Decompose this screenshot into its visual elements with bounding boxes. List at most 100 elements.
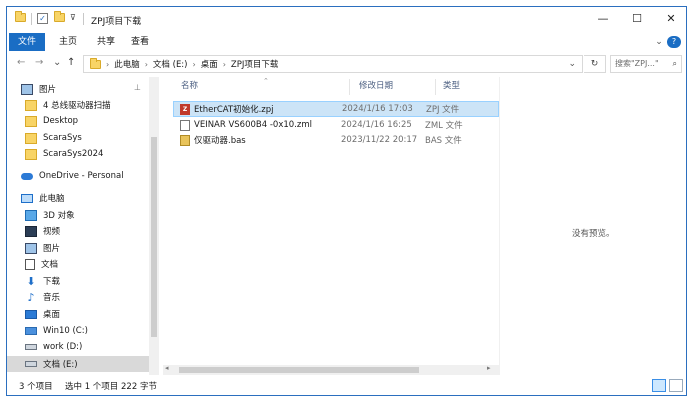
folder-icon [25, 148, 37, 160]
forward-arrow-icon[interactable]: → [35, 57, 43, 68]
nav-item-drive-d[interactable]: work (D:) [7, 339, 149, 355]
column-header-date[interactable]: 修改日期 [359, 77, 393, 95]
chevron-right-icon[interactable]: › [223, 60, 226, 69]
tab-view[interactable]: 查看 [127, 33, 153, 51]
zpj-file-icon: Z [180, 103, 190, 115]
column-divider[interactable] [349, 79, 350, 95]
folder-icon [15, 11, 26, 22]
help-icon[interactable]: ? [667, 36, 681, 48]
system-drive-icon [25, 327, 37, 335]
search-icon: ⌕ [672, 59, 677, 68]
breadcrumb-current-folder[interactable]: ZPJ项目下载 [231, 58, 278, 70]
nav-item-pictures-pinned[interactable]: 图片 ⊥ [7, 81, 149, 97]
tab-file[interactable]: 文件 [9, 33, 45, 51]
file-date: 2023/11/22 20:17 [341, 135, 418, 145]
column-header-name[interactable]: 名称 [181, 77, 198, 95]
breadcrumb-desktop[interactable]: 桌面 [201, 58, 218, 70]
pin-icon[interactable]: ⊥ [134, 83, 141, 92]
file-row[interactable]: 仅驱动器.bas 2023/11/22 20:17 BAS 文件 [173, 132, 499, 148]
folder-icon [25, 132, 37, 144]
selection-info: 选中 1 个项目 222 字节 [65, 382, 157, 392]
horizontal-scrollbar-thumb[interactable] [179, 367, 419, 373]
file-name: VEINAR VS600B4 -0x10.zml [194, 120, 312, 130]
divider [83, 13, 84, 25]
nav-item-bus-driver-scan[interactable]: 4 总线驱动器扫描 [7, 97, 149, 113]
nav-scrollbar-thumb[interactable] [151, 137, 157, 337]
new-folder-icon[interactable] [54, 11, 65, 22]
folder-icon [25, 99, 37, 111]
nav-item-this-pc[interactable]: 此电脑 [7, 190, 149, 206]
nav-item-scarasys2024[interactable]: ScaraSys2024 [7, 146, 149, 162]
nav-item-downloads[interactable]: ⬇ 下载 [7, 273, 149, 289]
nav-item-onedrive[interactable]: OneDrive - Personal [7, 168, 149, 184]
picture-icon [25, 242, 37, 254]
bas-file-icon [180, 134, 190, 146]
drive-icon [25, 361, 37, 367]
details-view-button[interactable] [652, 379, 666, 392]
minimize-button[interactable]: — [591, 11, 615, 27]
close-button[interactable]: ✕ [659, 11, 683, 27]
chevron-right-icon[interactable]: › [193, 60, 196, 69]
customize-quick-access-icon[interactable]: ⊽ [70, 13, 76, 22]
folder-icon [25, 115, 37, 127]
status-bar: 3 个项目 选中 1 个项目 222 字节 [7, 375, 686, 395]
navigation-pane: 图片 ⊥ 4 总线驱动器扫描 Desktop ScaraSys ScaraSys… [7, 77, 149, 375]
desktop-icon [25, 309, 37, 319]
search-input[interactable]: 搜索"ZPJ..." ⌕ [610, 55, 682, 73]
nav-item-videos[interactable]: 视频 [7, 223, 149, 239]
file-explorer-window: ✓ ⊽ ZPJ项目下载 — ☐ ✕ 文件 主页 共享 查看 ⌄ ? ← → ⌄ … [6, 6, 687, 396]
this-pc-icon [21, 193, 33, 203]
sort-ascending-icon: ⌃ [263, 77, 269, 85]
large-icons-view-button[interactable] [669, 379, 683, 392]
drive-icon [25, 344, 37, 350]
expand-ribbon-icon[interactable]: ⌄ [653, 33, 665, 51]
address-row: ← → ⌄ ↑ › 此电脑 › 文档 (E:) › 桌面 › ZPJ项目下载 ⌄… [7, 51, 686, 77]
nav-item-desktop[interactable]: 桌面 [7, 306, 149, 322]
column-header-type[interactable]: 类型 [443, 77, 460, 95]
preview-message: 没有预览。 [572, 229, 615, 239]
breadcrumb-this-pc[interactable]: 此电脑 [114, 58, 140, 70]
3d-objects-icon [25, 209, 37, 221]
file-row[interactable]: Z EtherCAT初始化.zpj 2024/1/16 17:03 ZPJ 文件 [173, 101, 499, 117]
file-list: ⌃ 名称 修改日期 类型 Z EtherCAT初始化.zpj 2024/1/16… [159, 77, 499, 375]
file-type: BAS 文件 [425, 136, 462, 146]
refresh-button[interactable]: ↻ [584, 55, 606, 73]
picture-icon [21, 83, 33, 95]
nav-item-3d-objects[interactable]: 3D 对象 [7, 207, 149, 223]
nav-item-pictures[interactable]: 图片 [7, 240, 149, 256]
download-icon: ⬇ [26, 274, 36, 288]
nav-item-drive-e[interactable]: 文档 (E:) [7, 356, 149, 372]
nav-item-music[interactable]: ♪ 音乐 [7, 289, 149, 305]
scroll-right-icon[interactable]: ▸ [487, 364, 491, 372]
chevron-right-icon[interactable]: › [106, 60, 109, 69]
address-bar[interactable]: › 此电脑 › 文档 (E:) › 桌面 › ZPJ项目下载 ⌄ [83, 55, 583, 73]
chevron-right-icon[interactable]: › [145, 60, 148, 69]
breadcrumb-drive-e[interactable]: 文档 (E:) [153, 58, 188, 70]
title-bar: ✓ ⊽ ZPJ项目下载 — ☐ ✕ [7, 7, 686, 33]
scroll-left-icon[interactable]: ◂ [165, 364, 169, 372]
nav-item-desktop-folder[interactable]: Desktop [7, 113, 149, 129]
folder-icon [90, 57, 101, 69]
maximize-button[interactable]: ☐ [625, 11, 649, 27]
properties-icon[interactable]: ✓ [37, 13, 48, 24]
music-icon: ♪ [27, 290, 35, 304]
column-divider[interactable] [435, 79, 436, 95]
video-icon [25, 225, 37, 237]
file-date: 2024/1/16 16:25 [341, 120, 412, 130]
document-icon [25, 258, 35, 270]
file-row[interactable]: VEINAR VS600B4 -0x10.zml 2024/1/16 16:25… [173, 117, 499, 133]
file-name: 仅驱动器.bas [194, 136, 246, 146]
tab-home[interactable]: 主页 [55, 33, 81, 51]
chevron-down-icon[interactable]: ⌄ [568, 59, 576, 69]
window-title: ZPJ项目下载 [91, 17, 142, 27]
recent-locations-icon[interactable]: ⌄ [53, 57, 61, 68]
preview-pane: 没有预览。 [499, 77, 686, 375]
nav-item-scarasys[interactable]: ScaraSys [7, 130, 149, 146]
tab-share[interactable]: 共享 [93, 33, 119, 51]
ribbon-tabs: 文件 主页 共享 查看 ⌄ ? [7, 33, 686, 51]
back-arrow-icon[interactable]: ← [17, 57, 25, 68]
nav-item-documents[interactable]: 文档 [7, 256, 149, 272]
file-type: ZPJ 文件 [426, 105, 460, 115]
up-arrow-icon[interactable]: ↑ [67, 57, 75, 68]
nav-item-drive-c[interactable]: Win10 (C:) [7, 323, 149, 339]
